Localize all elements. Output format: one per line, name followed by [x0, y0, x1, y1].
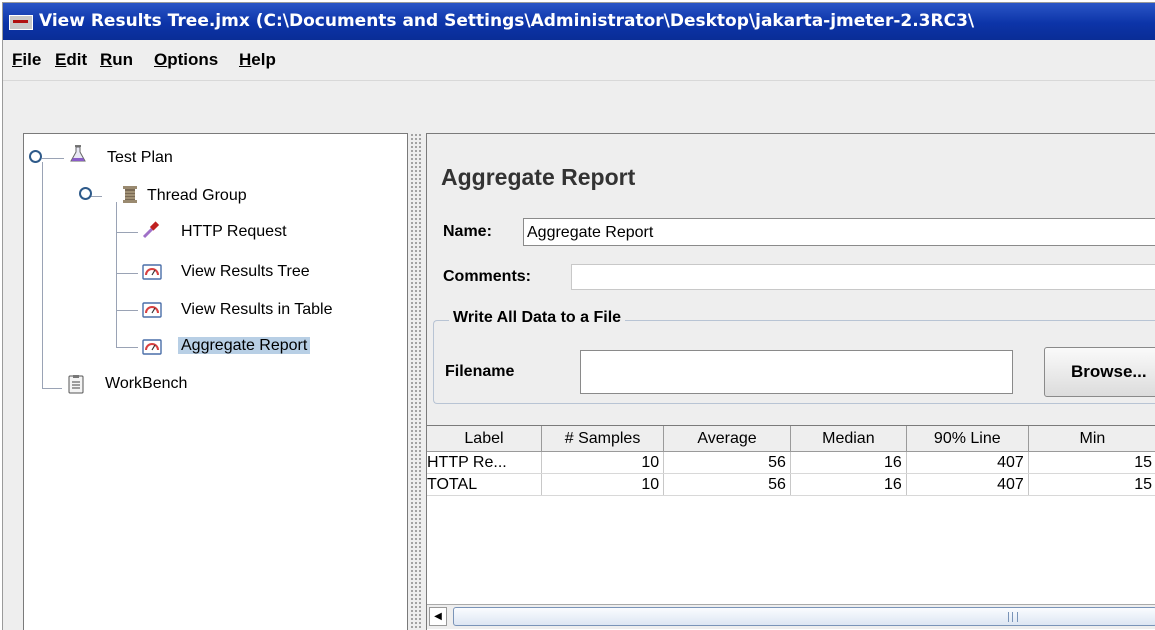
- tree-connector: [116, 232, 138, 233]
- comments-field[interactable]: [571, 264, 1155, 290]
- window-title: View Results Tree.jmx (C:\Documents and …: [39, 11, 975, 31]
- menu-help-label: elp: [251, 50, 276, 69]
- gauge-icon: [142, 302, 162, 318]
- scrollbar-grip-icon: [1008, 612, 1018, 622]
- filename-field[interactable]: [580, 350, 1013, 394]
- tree-connector: [116, 310, 138, 311]
- tree-connector: [42, 158, 64, 159]
- tree-item-view-results-tree[interactable]: View Results Tree: [178, 260, 313, 284]
- menu-run-mnemonic: R: [100, 50, 113, 69]
- test-plan-tree[interactable]: Test Plan Thread Group HTTP Request View…: [23, 133, 408, 630]
- results-table-area: Label # Samples Average Median 90% Line …: [427, 425, 1155, 630]
- menu-file-label: ile: [22, 50, 42, 69]
- tree-item-http-request[interactable]: HTTP Request: [178, 220, 290, 244]
- tree-item-label: View Results in Table: [181, 301, 333, 318]
- table-cell: 16: [790, 473, 907, 496]
- column-header-90-line[interactable]: 90% Line: [906, 426, 1029, 452]
- toolbar-area: [3, 80, 1155, 123]
- column-header-samples[interactable]: # Samples: [541, 426, 665, 452]
- table-cell: 16: [790, 451, 907, 474]
- clipboard-icon: [68, 375, 84, 394]
- write-data-group-title: Write All Data to a File: [449, 309, 626, 327]
- menu-run-label: un: [112, 50, 134, 69]
- table-cell: HTTP Re...: [427, 451, 542, 474]
- menu-file[interactable]: File: [12, 50, 41, 70]
- horizontal-scrollbar[interactable]: ◀: [427, 604, 1155, 629]
- column-header-min[interactable]: Min: [1028, 426, 1155, 452]
- table-cell: 407: [906, 451, 1029, 474]
- menu-edit-label: dit: [66, 50, 88, 69]
- name-label: Name:: [443, 223, 492, 240]
- java-app-icon: [9, 15, 33, 30]
- menu-bar: File Edit Run Options Help: [3, 40, 1155, 80]
- tree-item-aggregate-report[interactable]: Aggregate Report: [178, 334, 311, 358]
- column-header-average[interactable]: Average: [663, 426, 791, 452]
- menu-edit[interactable]: Edit: [55, 50, 87, 70]
- tree-connector: [116, 202, 117, 347]
- comments-label: Comments:: [443, 268, 532, 285]
- tree-item-workbench[interactable]: WorkBench: [102, 372, 190, 396]
- table-header-row: Label # Samples Average Median 90% Line …: [427, 426, 1155, 452]
- dropper-icon: [142, 221, 160, 239]
- menu-edit-mnemonic: E: [55, 50, 67, 69]
- name-field[interactable]: Aggregate Report: [523, 218, 1155, 246]
- scrollbar-thumb[interactable]: [453, 607, 1155, 626]
- table-cell: 15: [1028, 473, 1155, 496]
- column-header-label[interactable]: Label: [427, 426, 542, 452]
- aggregate-report-panel: Aggregate Report Name: Aggregate Report …: [426, 133, 1155, 630]
- menu-options[interactable]: Options: [154, 50, 218, 70]
- table-cell: 56: [663, 473, 791, 496]
- title-bar[interactable]: View Results Tree.jmx (C:\Documents and …: [3, 3, 1155, 40]
- gauge-icon: [142, 339, 162, 355]
- tree-item-label-selected: Aggregate Report: [178, 337, 311, 354]
- menu-file-mnemonic: F: [12, 50, 23, 69]
- tree-connector: [42, 388, 62, 389]
- tree-connector: [116, 347, 138, 348]
- table-cell: TOTAL: [427, 473, 542, 496]
- expand-toggle-icon[interactable]: [29, 150, 42, 163]
- tree-item-test-plan[interactable]: Test Plan: [104, 146, 176, 170]
- filename-label: Filename: [445, 363, 515, 380]
- menu-run[interactable]: Run: [100, 50, 133, 70]
- tree-connector: [116, 273, 138, 274]
- menu-help[interactable]: Help: [239, 50, 276, 70]
- tree-item-label: WorkBench: [105, 375, 188, 392]
- tree-item-label: View Results Tree: [181, 263, 310, 280]
- table-cell: 56: [663, 451, 791, 474]
- spool-icon: [123, 186, 137, 203]
- flask-icon: [70, 145, 86, 162]
- menu-help-mnemonic: H: [239, 50, 252, 69]
- panel-title: Aggregate Report: [441, 164, 636, 190]
- scroll-left-arrow-icon[interactable]: ◀: [429, 607, 447, 626]
- menu-options-label: ptions: [167, 50, 219, 69]
- table-row[interactable]: TOTAL 10 56 16 407 15: [427, 473, 1155, 496]
- table-row[interactable]: HTTP Re... 10 56 16 407 15: [427, 451, 1155, 474]
- pane-splitter[interactable]: [410, 133, 422, 630]
- tree-item-view-results-in-table[interactable]: View Results in Table: [178, 298, 336, 322]
- table-cell: 407: [906, 473, 1029, 496]
- tree-item-thread-group[interactable]: Thread Group: [144, 184, 250, 208]
- table-cell: 15: [1028, 451, 1155, 474]
- gauge-icon: [142, 264, 162, 280]
- tree-item-label: Thread Group: [147, 187, 247, 204]
- tree-item-label: HTTP Request: [181, 223, 287, 240]
- column-header-median[interactable]: Median: [790, 426, 907, 452]
- table-cell: 10: [541, 473, 665, 496]
- menu-options-mnemonic: O: [154, 50, 168, 69]
- table-cell: 10: [541, 451, 665, 474]
- browse-button[interactable]: Browse...: [1044, 347, 1155, 397]
- tree-connector: [42, 162, 43, 388]
- jmeter-window: View Results Tree.jmx (C:\Documents and …: [2, 2, 1155, 630]
- results-table: Label # Samples Average Median 90% Line …: [427, 426, 1155, 496]
- expand-toggle-icon[interactable]: [79, 187, 92, 200]
- tree-item-label: Test Plan: [107, 149, 173, 166]
